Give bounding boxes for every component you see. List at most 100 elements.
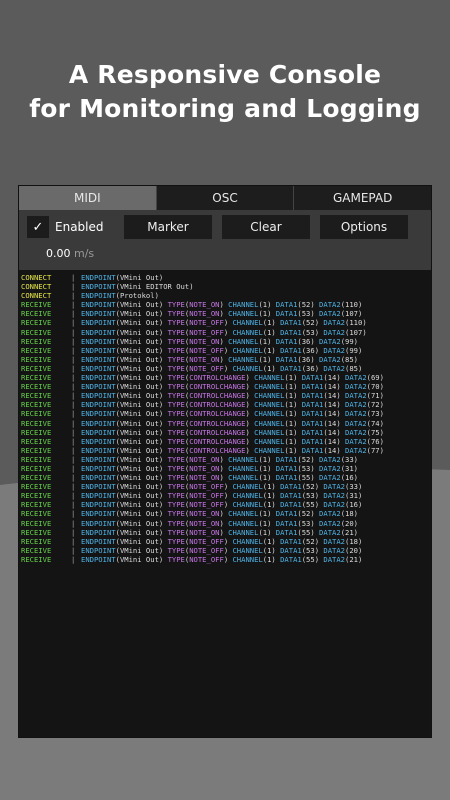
log-kind: RECEIVE	[21, 509, 52, 519]
log-endpoint-key: ENDPOINT	[81, 400, 116, 410]
log-data1-value: (14)	[323, 436, 346, 446]
log-channel-value: (1)	[262, 536, 281, 546]
log-data2-value: (85)	[340, 354, 358, 364]
log-endpoint-value: (VMini Out)	[115, 363, 168, 373]
log-data2-value: (33)	[345, 482, 363, 492]
log-endpoint-value: (VMini Out)	[115, 409, 168, 419]
log-data2-value: (71)	[366, 391, 384, 401]
clear-button[interactable]: Clear	[222, 215, 310, 239]
log-type-value: NOTE_OFF	[189, 345, 224, 355]
log-separator: |	[71, 482, 76, 492]
log-type-value: CONTROLCHANGE	[189, 382, 246, 392]
log-row: RECEIVE | ENDPOINT(VMini Out) TYPE(NOTE_ON…	[21, 519, 431, 528]
log-message: ENDPOINT(VMini Out) TYPE(NOTE_OFF) CHANN…	[81, 482, 362, 491]
log-data1-key: DATA1	[275, 463, 298, 473]
log-channel-value: (1)	[262, 500, 281, 510]
log-endpoint-value: (VMini EDITOR Out)	[115, 282, 194, 292]
log-data1-value: (52)	[297, 454, 320, 464]
log-separator: |	[71, 527, 76, 537]
log-data2-key: DATA2	[345, 382, 367, 392]
log-data2-value: (18)	[340, 509, 358, 519]
log-channel-key: CHANNEL	[232, 345, 263, 355]
log-row: RECEIVE | ENDPOINT(VMini Out) TYPE(CONTROL…	[21, 391, 431, 400]
tab-gamepad[interactable]: GAMEPAD	[294, 186, 431, 210]
log-type-value: NOTE_OFF	[189, 363, 224, 373]
log-separator: |	[71, 354, 76, 364]
marker-button[interactable]: Marker	[124, 215, 212, 239]
log-kind: RECEIVE	[21, 327, 52, 337]
log-row: RECEIVE | ENDPOINT(VMini Out) TYPE(NOTE_ON…	[21, 309, 431, 318]
log-data2-key: DATA2	[345, 373, 367, 383]
log-separator: |	[71, 436, 76, 446]
log-endpoint-key: ENDPOINT	[81, 409, 116, 419]
log-endpoint-value: (VMini Out)	[115, 336, 168, 346]
log-data2-value: (107)	[345, 327, 367, 337]
checkmark-icon: ✓	[32, 219, 44, 235]
log-channel-value: (1)	[258, 463, 276, 473]
log-message: ENDPOINT(VMini Out) TYPE(NOTE_ON) CHANNE…	[81, 464, 358, 473]
log-channel-value: (1)	[284, 445, 302, 455]
log-channel-key: CHANNEL	[228, 309, 259, 319]
log-row: RECEIVE | ENDPOINT(VMini Out) TYPE(CONTROL…	[21, 409, 431, 418]
log-channel-value: (1)	[262, 345, 281, 355]
toolbar: ✓ Enabled Marker Clear Options 0.00 m/s	[19, 210, 431, 270]
log-channel-key: CHANNEL	[228, 454, 259, 464]
log-data1-key: DATA1	[301, 445, 324, 455]
log-data1-value: (53)	[301, 545, 324, 555]
tab-osc[interactable]: OSC	[156, 186, 295, 210]
options-button[interactable]: Options	[320, 215, 408, 239]
log-data1-value: (14)	[323, 382, 346, 392]
log-data1-value: (53)	[297, 518, 320, 528]
log-type-value: NOTE_OFF	[189, 536, 224, 546]
log-channel-value: (1)	[284, 391, 302, 401]
log-data1-value: (55)	[297, 473, 320, 483]
log-data2-value: (99)	[340, 336, 358, 346]
log-separator: |	[71, 373, 76, 383]
log-type-value: NOTE_OFF	[189, 554, 224, 564]
log-data1-key: DATA1	[301, 427, 324, 437]
log-data1-key: DATA1	[275, 309, 298, 319]
message-rate: 0.00 m/s	[46, 247, 94, 260]
log-endpoint-key: ENDPOINT	[81, 273, 116, 282]
log-separator: |	[71, 445, 76, 455]
log-paren: )	[219, 336, 229, 346]
log-kind: RECEIVE	[21, 473, 52, 483]
log-endpoint-key: ENDPOINT	[81, 345, 116, 355]
log-message: ENDPOINT(VMini Out) TYPE(CONTROLCHANGE) …	[81, 409, 384, 418]
log-data2-value: (110)	[340, 300, 363, 310]
log-data1-value: (14)	[323, 391, 346, 401]
log-paren: )	[245, 436, 255, 446]
log-kind: CONNECT	[21, 282, 52, 292]
log-data2-value: (99)	[345, 345, 363, 355]
log-data1-key: DATA1	[280, 545, 302, 555]
log-channel-value: (1)	[284, 382, 302, 392]
log-endpoint-key: ENDPOINT	[81, 336, 116, 346]
log-type-key: TYPE	[167, 473, 185, 483]
log-message: ENDPOINT(VMini Out) TYPE(CONTROLCHANGE) …	[81, 428, 384, 437]
log-endpoint-value: (VMini Out)	[115, 454, 168, 464]
log-channel-value: (1)	[262, 554, 281, 564]
log-type-key: TYPE	[167, 418, 185, 428]
log-channel-value: (1)	[258, 518, 276, 528]
log-channel-value: (1)	[262, 545, 281, 555]
log-message: ENDPOINT(VMini Out) TYPE(NOTE_OFF) CHANN…	[81, 328, 367, 337]
log-paren: )	[219, 300, 229, 310]
log-endpoint-key: ENDPOINT	[81, 445, 116, 455]
log-endpoint-key: ENDPOINT	[81, 427, 116, 437]
enabled-checkbox[interactable]: ✓	[27, 216, 49, 238]
log-type-key: TYPE	[167, 409, 185, 419]
log-type-key: TYPE	[167, 363, 185, 373]
log-row: RECEIVE | ENDPOINT(VMini Out) TYPE(NOTE_OF…	[21, 546, 431, 555]
log-data1-key: DATA1	[275, 473, 298, 483]
log-channel-key: CHANNEL	[228, 473, 259, 483]
log-type-key: TYPE	[167, 500, 185, 510]
log-data2-value: (20)	[345, 545, 363, 555]
log-message: ENDPOINT(VMini Out) TYPE(NOTE_ON) CHANNE…	[81, 528, 358, 537]
tab-midi[interactable]: MIDI	[19, 186, 157, 210]
log-message: ENDPOINT(VMini Out) TYPE(NOTE_OFF) CHANN…	[81, 500, 362, 509]
log-data1-key: DATA1	[280, 554, 302, 564]
log-paren: )	[245, 382, 255, 392]
log-output[interactable]: CONNECT | ENDPOINT(VMini Out) CONNECT | ENDPO…	[19, 270, 431, 737]
log-channel-key: CHANNEL	[228, 300, 259, 310]
log-type-key: TYPE	[167, 527, 185, 537]
